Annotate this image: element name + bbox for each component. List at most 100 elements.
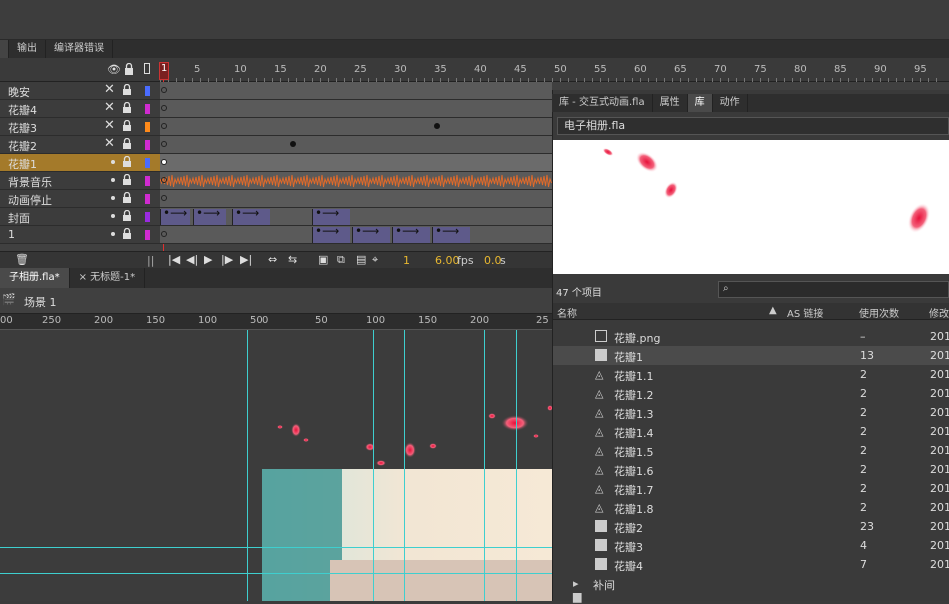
- frame-row[interactable]: [160, 136, 552, 154]
- library-item[interactable]: ◬ 花瓣1.7 2 201: [553, 479, 949, 498]
- tab-output[interactable]: 输出: [9, 40, 46, 58]
- layer-row[interactable]: 晚安 ✕: [0, 82, 160, 100]
- library-search-input[interactable]: ⌕: [718, 281, 949, 298]
- tab-actions[interactable]: 动作: [713, 94, 748, 112]
- layer-color-swatch[interactable]: [145, 176, 150, 186]
- library-item[interactable]: ◬ 花瓣1.2 2 201: [553, 384, 949, 403]
- library-document-select[interactable]: 电子相册.fla: [557, 117, 949, 135]
- time-display[interactable]: 0.0: [484, 254, 502, 267]
- library-item[interactable]: 花瓣2 23 201: [553, 517, 949, 536]
- tab-compiler-errors[interactable]: 编译器错误: [46, 40, 113, 58]
- edit-multiple-icon[interactable]: ⧉: [337, 253, 345, 267]
- layer-row[interactable]: 背景音乐: [0, 172, 160, 190]
- scene-name[interactable]: 场景 1: [24, 294, 57, 310]
- frame-row[interactable]: [160, 100, 552, 118]
- keyframe[interactable]: [161, 195, 167, 201]
- tab-library-interactive[interactable]: 库 - 交互式动画.fla: [552, 94, 653, 112]
- guide-line[interactable]: [0, 573, 552, 574]
- keyframe[interactable]: [161, 123, 167, 129]
- stage[interactable]: [0, 330, 553, 601]
- keyframe[interactable]: [434, 123, 440, 129]
- prev-frame-icon[interactable]: ◀|: [186, 253, 198, 266]
- guide-line[interactable]: [404, 330, 405, 601]
- keyframe[interactable]: [290, 141, 296, 147]
- library-item[interactable]: ◬ 花瓣1.6 2 201: [553, 460, 949, 479]
- close-icon[interactable]: ×: [79, 272, 91, 283]
- lock-icon[interactable]: [122, 84, 131, 95]
- layer-row[interactable]: 封面: [0, 208, 160, 226]
- lock-icon[interactable]: [122, 228, 131, 239]
- visible-dot[interactable]: [111, 214, 115, 218]
- lock-icon[interactable]: [122, 174, 131, 185]
- trash-icon[interactable]: 🗑: [15, 253, 29, 266]
- layer-row[interactable]: 花瓣2 ✕: [0, 136, 160, 154]
- frame-row[interactable]: [160, 82, 552, 100]
- library-item[interactable]: 花瓣4 7 201: [553, 555, 949, 574]
- library-item[interactable]: ◬ 花瓣1.3 2 201: [553, 403, 949, 422]
- frame-row[interactable]: [160, 154, 552, 172]
- visible-dot[interactable]: [111, 232, 115, 236]
- keyframe[interactable]: [161, 105, 167, 111]
- eye-icon[interactable]: 👁: [107, 63, 121, 76]
- current-frame-display[interactable]: 1: [403, 254, 410, 267]
- play-icon[interactable]: ▶: [204, 253, 212, 266]
- lock-icon[interactable]: [122, 102, 131, 113]
- motion-tween[interactable]: •⟶: [160, 206, 190, 225]
- lock-icon[interactable]: [122, 192, 131, 203]
- tab-properties[interactable]: 属性: [653, 94, 688, 112]
- motion-tween[interactable]: •⟶: [312, 206, 350, 225]
- motion-tween[interactable]: •⟶: [392, 224, 430, 243]
- library-item[interactable]: ◬ 花瓣1.4 2 201: [553, 422, 949, 441]
- motion-tween[interactable]: •⟶: [352, 224, 390, 243]
- lock-icon[interactable]: [122, 120, 131, 131]
- modify-markers-icon[interactable]: ▤: [356, 253, 366, 266]
- guide-line[interactable]: [484, 330, 485, 601]
- onion-skin-icon[interactable]: ⇆: [288, 253, 297, 266]
- library-item[interactable]: ◬ 花瓣1.8 2 201: [553, 498, 949, 517]
- layer-color-swatch[interactable]: [145, 230, 150, 240]
- guide-line[interactable]: [516, 330, 517, 601]
- tab-document-album[interactable]: 子相册.fla*: [0, 268, 70, 288]
- next-frame-icon[interactable]: |▶: [221, 253, 233, 266]
- layer-color-swatch[interactable]: [145, 212, 150, 222]
- lock-icon[interactable]: [122, 156, 131, 167]
- layer-color-swatch[interactable]: [145, 194, 150, 204]
- layer-color-swatch[interactable]: [145, 122, 150, 132]
- layer-row[interactable]: 花瓣4 ✕: [0, 100, 160, 118]
- lock-icon[interactable]: [122, 138, 131, 149]
- onion-outline-icon[interactable]: ▣: [318, 253, 328, 266]
- layer-color-swatch[interactable]: [145, 158, 150, 168]
- layer-row[interactable]: 花瓣1: [0, 154, 160, 172]
- last-frame-icon[interactable]: ▶|: [240, 253, 252, 266]
- hidden-icon[interactable]: ✕: [104, 136, 115, 151]
- guide-line[interactable]: [0, 547, 552, 548]
- first-frame-icon[interactable]: |◀: [168, 253, 180, 266]
- library-item[interactable]: ◬ 花瓣1.5 2 201: [553, 441, 949, 460]
- fps-display[interactable]: 6.00: [435, 254, 460, 267]
- guide-line[interactable]: [373, 330, 374, 601]
- library-item[interactable]: ▸ ▆ 补间: [553, 574, 949, 603]
- keyframe[interactable]: [161, 177, 167, 183]
- hidden-icon[interactable]: ✕: [104, 100, 115, 115]
- visible-dot[interactable]: [111, 160, 115, 164]
- layer-color-swatch[interactable]: [145, 140, 150, 150]
- col-modified[interactable]: 修改: [929, 305, 949, 320]
- col-use-count[interactable]: 使用次数: [859, 305, 899, 320]
- lock-icon[interactable]: [122, 210, 131, 221]
- keyframe[interactable]: [161, 231, 167, 237]
- frame-row[interactable]: [160, 118, 552, 136]
- keyframe[interactable]: [161, 159, 167, 165]
- library-item[interactable]: 花瓣1 13 201: [553, 346, 949, 365]
- center-frame-icon[interactable]: ⌖: [372, 253, 378, 267]
- tab-document-untitled[interactable]: × 无标题-1*: [70, 268, 146, 288]
- keyframe[interactable]: [161, 141, 167, 147]
- motion-tween[interactable]: •⟶: [193, 206, 226, 225]
- frame-row[interactable]: [159, 172, 552, 190]
- layer-row[interactable]: 动画停止: [0, 190, 160, 208]
- library-item[interactable]: ◬ 花瓣1.1 2 201: [553, 365, 949, 384]
- motion-tween[interactable]: •⟶: [432, 224, 470, 243]
- library-item[interactable]: 花瓣.png – 201: [553, 327, 949, 346]
- library-item[interactable]: 花瓣3 4 201: [553, 536, 949, 555]
- outline-icon[interactable]: [144, 63, 150, 74]
- sort-icon[interactable]: ▲: [769, 305, 777, 316]
